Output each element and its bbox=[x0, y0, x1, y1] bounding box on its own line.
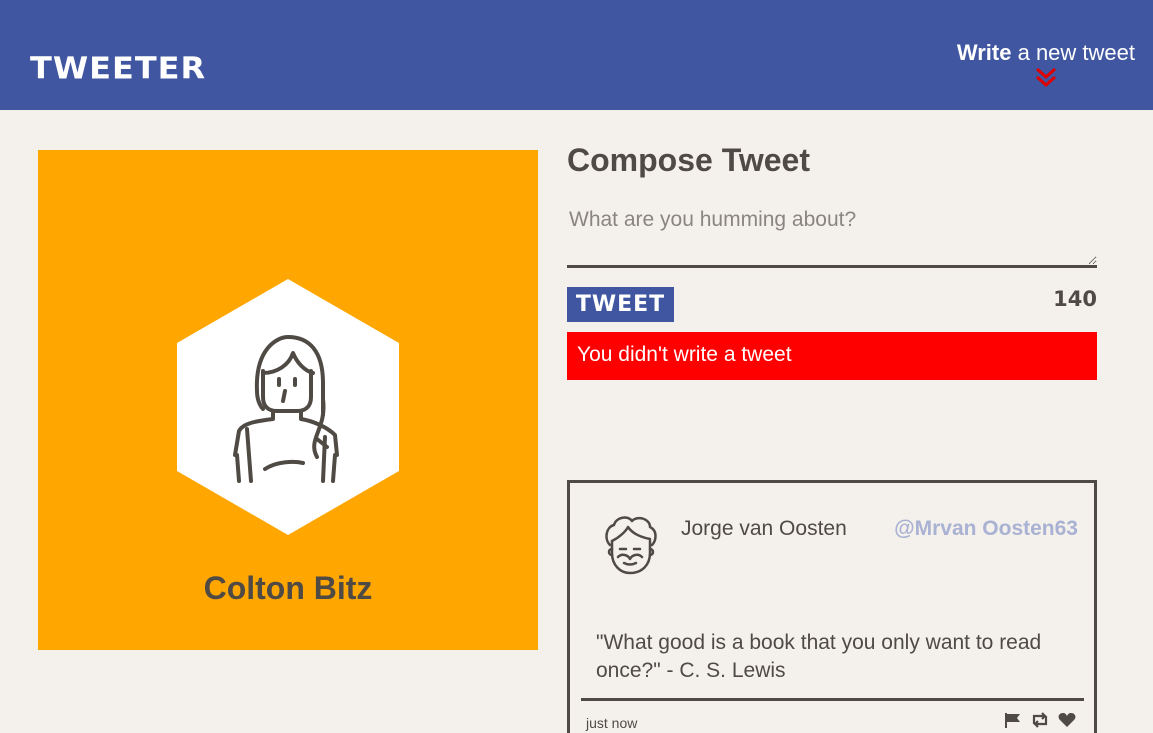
tweet-button[interactable]: TWEET bbox=[567, 287, 674, 322]
tweet-divider bbox=[581, 698, 1084, 701]
tweet-text: "What good is a book that you only want … bbox=[596, 631, 1042, 682]
character-counter: 140 bbox=[1053, 287, 1097, 311]
write-new-tweet-link[interactable]: Write a new tweet bbox=[957, 40, 1135, 66]
write-bold-label: Write bbox=[956, 40, 1012, 65]
write-rest-label: a new tweet bbox=[1011, 40, 1135, 65]
top-nav: TWEETER Write a new tweet bbox=[0, 0, 1153, 110]
compose-title: Compose Tweet bbox=[567, 142, 810, 178]
tweet-handle[interactable]: @Mrvan Oosten63 bbox=[894, 517, 1078, 541]
error-message: You didn't write a tweet bbox=[567, 332, 1097, 380]
avatar bbox=[605, 516, 657, 575]
logo: TWEETER bbox=[30, 49, 207, 87]
profile-name: Colton Bitz bbox=[203, 570, 373, 606]
profile-avatar bbox=[177, 279, 399, 535]
profile-card: Colton Bitz bbox=[38, 150, 538, 650]
heart-icon[interactable] bbox=[1058, 712, 1076, 732]
tweet-input[interactable] bbox=[567, 208, 1097, 268]
tweet-author: Jorge van Oosten bbox=[681, 517, 847, 540]
tweet-card: Jorge van Oosten @Mrvan Oosten63 "What g… bbox=[567, 480, 1097, 733]
flag-icon[interactable] bbox=[1004, 712, 1022, 732]
tweet-timestamp: just now bbox=[586, 715, 638, 731]
double-chevron-down-icon[interactable] bbox=[1034, 66, 1058, 90]
retweet-icon[interactable] bbox=[1030, 712, 1050, 732]
tweet-actions bbox=[1004, 712, 1076, 732]
